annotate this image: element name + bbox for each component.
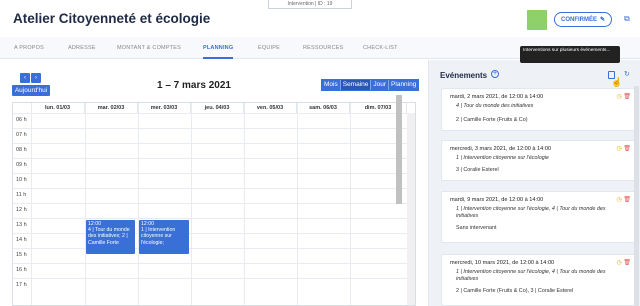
warning-icon[interactable]: ◷ bbox=[616, 146, 621, 152]
warning-icon[interactable]: ◷ bbox=[616, 94, 621, 100]
card-actions: ◷ 🗑 bbox=[616, 93, 631, 100]
status-color-swatch[interactable] bbox=[527, 10, 547, 30]
event-card-speaker: 2 | Camille Forte (Fruits & Co), 3 | Cor… bbox=[456, 288, 574, 294]
view-week-button[interactable]: Semaine bbox=[340, 80, 372, 90]
date-range-label: 1 – 7 mars 2021 bbox=[157, 80, 231, 91]
view-switcher: Mois Semaine Jour Planning bbox=[321, 79, 420, 91]
warning-icon[interactable]: ◷ bbox=[616, 260, 621, 266]
hour-row: 16 h bbox=[13, 263, 407, 278]
delete-icon[interactable]: 🗑 bbox=[623, 94, 631, 100]
hour-row: 07 h bbox=[13, 128, 407, 143]
tab-check-list[interactable]: CHECK-LIST bbox=[363, 37, 398, 59]
week-grid[interactable]: lun. 01/03 mar. 02/03 mer. 03/03 jeu. 04… bbox=[12, 102, 416, 306]
edit-icon: ✎ bbox=[599, 17, 606, 23]
hand-cursor-icon: ☝ bbox=[611, 77, 623, 87]
hour-label: 12 h bbox=[16, 207, 27, 213]
warning-icon[interactable]: ◷ bbox=[616, 197, 621, 203]
refresh-icon[interactable]: ↻ bbox=[624, 70, 630, 78]
hour-label: 15 h bbox=[16, 252, 27, 258]
next-week-button[interactable]: › bbox=[31, 73, 41, 83]
tab-montant-comptes[interactable]: MONTANT & COMPTES bbox=[117, 37, 181, 59]
hour-row: 12 h bbox=[13, 203, 407, 218]
event-card-activity: 4 | Tour du monde des initiatives bbox=[456, 103, 534, 109]
event-text: 4 | Tour du monde des initiatives; 2 | C… bbox=[88, 227, 130, 246]
event-card-date: mardi, 9 mars 2021, de 12:00 à 14:00 bbox=[450, 197, 544, 203]
view-planning-button[interactable]: Planning bbox=[389, 80, 419, 90]
hour-label: 09 h bbox=[16, 162, 27, 168]
event-card-date: mercredi, 3 mars 2021, de 12:00 à 14:00 bbox=[450, 146, 552, 152]
grid-scrollbar[interactable] bbox=[407, 113, 415, 305]
sidebar-scrollbar[interactable] bbox=[634, 86, 639, 306]
hour-label: 06 h bbox=[16, 117, 27, 123]
hour-row: 10 h bbox=[13, 173, 407, 188]
event-card-activity: 1 | Intervention citoyenne sur l'écologi… bbox=[456, 269, 606, 282]
tab-ressources[interactable]: RESSOURCES bbox=[303, 37, 344, 59]
page-title: Atelier Citoyenneté et écologie bbox=[13, 11, 211, 26]
tooltip: Interventions sur plusieurs événements..… bbox=[520, 46, 620, 63]
hour-label: 07 h bbox=[16, 132, 27, 138]
event-card-date: mercredi, 10 mars 2021, de 12:00 à 14:00 bbox=[450, 260, 555, 266]
hour-label: 14 h bbox=[16, 237, 27, 243]
day-header: mer. 03/03 bbox=[138, 103, 191, 113]
hour-row: 06 h bbox=[13, 113, 407, 128]
day-header: lun. 01/03 bbox=[31, 103, 85, 113]
card-actions: ◷ 🗑 bbox=[616, 196, 631, 203]
day-header: jeu. 04/03 bbox=[191, 103, 244, 113]
hour-row: 08 h bbox=[13, 143, 407, 158]
hour-label: 16 h bbox=[16, 267, 27, 273]
day-header: mar. 02/03 bbox=[85, 103, 138, 113]
today-button[interactable]: Aujourd'hui bbox=[12, 85, 50, 96]
calendar-event[interactable]: 12:00 4 | Tour du monde des initiatives;… bbox=[86, 220, 135, 254]
hour-row: 17 h bbox=[13, 278, 407, 293]
card-actions: ◷ 🗑 bbox=[616, 259, 631, 266]
day-header: ven. 05/03 bbox=[244, 103, 297, 113]
confirm-label: CONFIRMÉE bbox=[560, 16, 597, 23]
event-card-activity: 1 | Intervention citoyenne sur l'écologi… bbox=[456, 206, 606, 219]
events-title: Evénements bbox=[440, 71, 488, 80]
card-actions: ◷ 🗑 bbox=[616, 145, 631, 152]
add-event-icon[interactable]: + bbox=[491, 70, 499, 78]
hour-label: 17 h bbox=[16, 282, 27, 288]
event-card[interactable]: mardi, 9 mars 2021, de 12:00 à 14:00 1 |… bbox=[441, 191, 638, 243]
hour-row: 09 h bbox=[13, 158, 407, 173]
event-card-speaker: Sans intervenant bbox=[456, 225, 497, 231]
tab-adresse[interactable]: ADRESSE bbox=[68, 37, 96, 59]
event-card[interactable]: mercredi, 10 mars 2021, de 12:00 à 14:00… bbox=[441, 254, 638, 306]
tab-planning[interactable]: PLANNING bbox=[203, 37, 234, 59]
view-day-button[interactable]: Jour bbox=[371, 80, 390, 90]
grid-scrollbar-thumb[interactable] bbox=[396, 95, 402, 204]
event-text: 1 | Intervention citoyenne sur l'écologi… bbox=[141, 227, 176, 246]
hour-label: 13 h bbox=[16, 222, 27, 228]
copy-icon[interactable]: ⧉ bbox=[624, 14, 630, 24]
event-card-date: mardi, 2 mars 2021, de 12:00 à 14:00 bbox=[450, 94, 544, 100]
event-card-activity: 1 | Intervention citoyenne sur l'écologi… bbox=[456, 155, 549, 161]
confirm-status-button[interactable]: CONFIRMÉE ✎ bbox=[554, 12, 612, 27]
tab-equipe[interactable]: EQUIPE bbox=[258, 37, 280, 59]
hour-label: 10 h bbox=[16, 177, 27, 183]
tab-a-propos[interactable]: A PROPOS bbox=[14, 37, 44, 59]
delete-icon[interactable]: 🗑 bbox=[623, 146, 631, 152]
hour-row: 11 h bbox=[13, 188, 407, 203]
hour-label: 11 h bbox=[16, 192, 27, 198]
hour-row: 13 h bbox=[13, 218, 407, 233]
hour-label: 08 h bbox=[16, 147, 27, 153]
event-card[interactable]: mardi, 2 mars 2021, de 12:00 à 14:00 4 |… bbox=[441, 88, 638, 131]
hour-row: 15 h bbox=[13, 248, 407, 263]
event-card-speaker: 2 | Camille Forte (Fruits & Co) bbox=[456, 117, 528, 123]
day-header: sam. 06/03 bbox=[297, 103, 350, 113]
delete-icon[interactable]: 🗑 bbox=[623, 197, 631, 203]
event-card[interactable]: mercredi, 3 mars 2021, de 12:00 à 14:00 … bbox=[441, 140, 638, 181]
view-month-button[interactable]: Mois bbox=[322, 80, 341, 90]
event-card-speaker: 3 | Coralie Esterel bbox=[456, 167, 499, 173]
delete-icon[interactable]: 🗑 bbox=[623, 260, 631, 266]
hour-row: 14 h bbox=[13, 233, 407, 248]
calendar-nav: ‹ › bbox=[20, 73, 41, 83]
calendar-event[interactable]: 12:00 1 | Intervention citoyenne sur l'é… bbox=[139, 220, 189, 254]
intervention-id-badge: Intervention | ID : 19 bbox=[268, 0, 352, 9]
prev-week-button[interactable]: ‹ bbox=[20, 73, 30, 83]
